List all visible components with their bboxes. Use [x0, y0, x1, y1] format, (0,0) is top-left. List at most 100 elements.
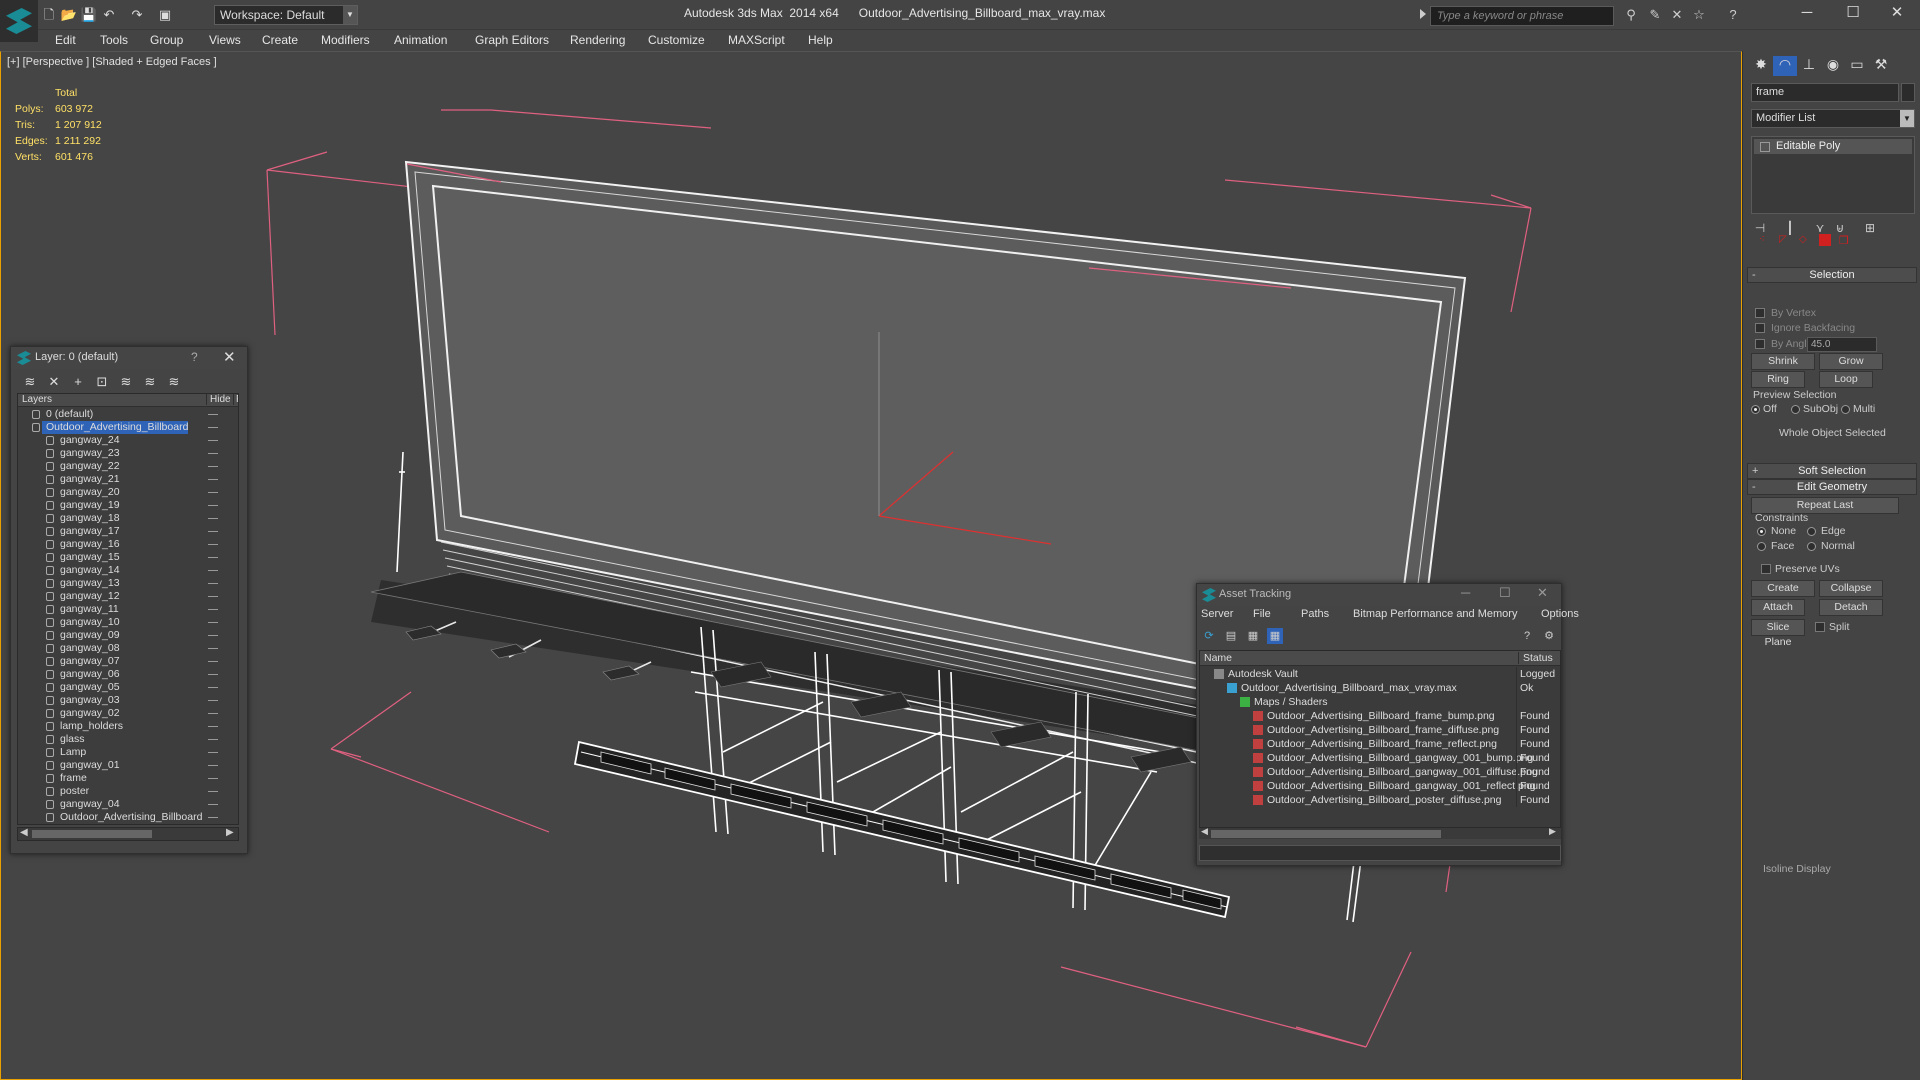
object-row[interactable]: gangway_19 [18, 499, 238, 512]
hide-toggle[interactable] [208, 791, 218, 792]
column-freeze[interactable]: F [233, 394, 238, 405]
menu-tools[interactable]: Tools [100, 33, 128, 47]
attach-button[interactable]: Attach [1751, 599, 1805, 616]
workspace-dropdown[interactable]: Workspace: Default ▼ [214, 5, 358, 25]
search-input[interactable]: Type a keyword or phrase [1430, 6, 1614, 26]
layer-row[interactable]: 0 (default) [18, 408, 238, 421]
object-row[interactable]: lamp_holders [18, 720, 238, 733]
minimize-button[interactable]: ─ [1784, 0, 1830, 28]
preview-multi-radio[interactable] [1841, 405, 1850, 414]
horizontal-scrollbar[interactable]: ◀ ▶ [17, 827, 239, 841]
object-row[interactable]: gangway_04 [18, 798, 238, 811]
ignore-backfacing-checkbox[interactable] [1755, 323, 1765, 333]
by-angle-spinner[interactable]: 45.0 [1807, 337, 1877, 352]
menu-modifiers[interactable]: Modifiers [321, 33, 370, 47]
collapse-button[interactable]: Collapse [1819, 580, 1883, 597]
border-mode-icon[interactable]: ◇ [1799, 234, 1815, 248]
object-row[interactable]: gangway_05 [18, 681, 238, 694]
hide-toggle[interactable] [208, 713, 218, 714]
display-tab-icon[interactable]: ▭ [1845, 56, 1869, 76]
select-objects-icon[interactable]: ⊡ [93, 373, 111, 391]
object-row[interactable]: Lamp [18, 746, 238, 759]
asset-row[interactable]: Outdoor_Advertising_Billboard_gangway_00… [1200, 751, 1560, 765]
by-angle-checkbox[interactable] [1755, 339, 1765, 349]
object-row[interactable]: gangway_10 [18, 616, 238, 629]
object-row[interactable]: glass [18, 733, 238, 746]
hide-toggle[interactable] [208, 492, 218, 493]
hide-toggle[interactable] [208, 466, 218, 467]
modifier-list-dropdown[interactable]: Modifier List ▼ [1751, 109, 1915, 128]
hide-toggle[interactable] [208, 505, 218, 506]
preview-subobj-radio[interactable] [1791, 405, 1800, 414]
menu-rendering[interactable]: Rendering [570, 33, 625, 47]
asset-row[interactable]: Outdoor_Advertising_Billboard_gangway_00… [1200, 779, 1560, 793]
subscription-icon[interactable]: ✎ [1646, 7, 1664, 23]
stack-item-editable-poly[interactable]: Editable Poly [1754, 139, 1912, 154]
loop-button[interactable]: Loop [1819, 371, 1873, 388]
object-row[interactable]: gangway_18 [18, 512, 238, 525]
hide-toggle[interactable] [208, 778, 218, 779]
layer-explorer-titlebar[interactable]: Layer: 0 (default) ? ✕ [11, 347, 247, 369]
project-folder-icon[interactable]: ▣ [156, 6, 174, 24]
maximize-button[interactable]: ☐ [1830, 0, 1876, 28]
asset-row[interactable]: Outdoor_Advertising_Billboard_max_vray.m… [1200, 681, 1560, 695]
menu-create[interactable]: Create [262, 33, 298, 47]
soft-selection-rollout-header[interactable]: + Soft Selection [1747, 463, 1917, 479]
object-row[interactable]: gangway_11 [18, 603, 238, 616]
scroll-thumb[interactable] [32, 830, 152, 838]
vertex-mode-icon[interactable]: ⁖ [1759, 234, 1775, 248]
slice-plane-button[interactable]: Slice Plane [1751, 619, 1805, 648]
asset-row[interactable]: Outdoor_Advertising_Billboard_frame_refl… [1200, 737, 1560, 751]
object-row[interactable]: gangway_20 [18, 486, 238, 499]
asset-menu-file[interactable]: File [1253, 608, 1271, 620]
object-row[interactable]: gangway_08 [18, 642, 238, 655]
object-row[interactable]: gangway_02 [18, 707, 238, 720]
column-status[interactable]: Status [1518, 652, 1553, 664]
close-icon[interactable]: ✕ [1537, 585, 1548, 601]
hide-toggle[interactable] [208, 414, 218, 415]
asset-row[interactable]: Maps / Shaders [1200, 695, 1560, 709]
delete-layer-icon[interactable]: ✕ [45, 373, 63, 391]
object-row[interactable]: gangway_23 [18, 447, 238, 460]
hide-toggle[interactable] [208, 427, 218, 428]
scroll-right-icon[interactable]: ▶ [1549, 826, 1556, 837]
asset-row[interactable]: Outdoor_Advertising_Billboard_gangway_00… [1200, 765, 1560, 779]
menu-graph-editors[interactable]: Graph Editors [475, 33, 549, 47]
layer-row[interactable]: Outdoor_Advertising_Billboard [18, 421, 238, 434]
menu-group[interactable]: Group [150, 33, 183, 47]
constraint-normal-radio[interactable] [1807, 542, 1816, 551]
edit-geometry-rollout-header[interactable]: - Edit Geometry [1747, 479, 1917, 495]
redo-icon[interactable]: ↷ [128, 6, 146, 24]
help-icon[interactable]: ? [1724, 7, 1742, 23]
asset-menu-options[interactable]: Options [1541, 608, 1579, 620]
hide-toggle[interactable] [208, 596, 218, 597]
constraint-face-radio[interactable] [1757, 542, 1766, 551]
hide-toggle[interactable] [208, 739, 218, 740]
asset-menu-paths[interactable]: Paths [1301, 608, 1329, 620]
asset-row[interactable]: Outdoor_Advertising_Billboard_frame_bump… [1200, 709, 1560, 723]
horizontal-scrollbar[interactable]: ◀ ▶ [1199, 826, 1561, 839]
column-name[interactable]: Name [1204, 652, 1232, 664]
object-row[interactable]: poster [18, 785, 238, 798]
edge-mode-icon[interactable]: ◸ [1779, 234, 1795, 248]
hide-toggle[interactable] [208, 570, 218, 571]
scroll-right-icon[interactable]: ▶ [226, 827, 234, 838]
favorites-star-icon[interactable]: ☆ [1690, 7, 1708, 23]
hide-toggle[interactable] [208, 440, 218, 441]
object-row[interactable]: gangway_17 [18, 525, 238, 538]
menu-views[interactable]: Views [209, 33, 241, 47]
object-row[interactable]: gangway_07 [18, 655, 238, 668]
create-button[interactable]: Create [1751, 580, 1815, 597]
table-view-icon[interactable]: ▦ [1267, 628, 1283, 644]
menu-customize[interactable]: Customize [648, 33, 705, 47]
hide-toggle[interactable] [208, 687, 218, 688]
hide-toggle[interactable] [208, 648, 218, 649]
ring-button[interactable]: Ring [1751, 371, 1805, 388]
vault-help-icon[interactable]: ? [1519, 628, 1535, 644]
hide-toggle[interactable] [208, 544, 218, 545]
binoculars-icon[interactable]: ⚲ [1622, 7, 1640, 23]
constraint-edge-radio[interactable] [1807, 527, 1816, 536]
list-view-icon[interactable]: ▤ [1223, 628, 1239, 644]
hide-all-layers-icon[interactable]: ≋ [141, 373, 159, 391]
add-to-layer-icon[interactable]: + [69, 373, 87, 391]
